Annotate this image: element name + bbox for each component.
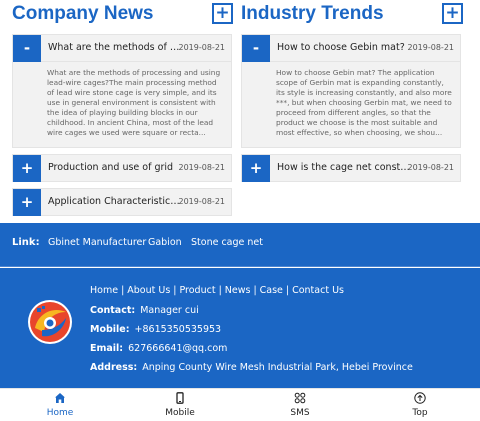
footer-nav-contact[interactable]: Contact Us <box>292 285 344 296</box>
grid-icon <box>294 392 306 404</box>
news-item-header[interactable]: + Production and use of grid 2019-08-21 <box>12 154 232 182</box>
arrow-up-icon <box>414 392 426 404</box>
friend-link[interactable]: Gabion <box>148 237 182 248</box>
news-item-summary: How to choose Gebin mat? The application… <box>241 62 461 148</box>
contact-line: Contact: Manager cui <box>90 305 199 316</box>
bottom-tab-bar: Home Mobile SMS Top <box>0 388 480 421</box>
news-item-title[interactable]: Production and use of grid <box>48 162 184 173</box>
tab-top[interactable]: Top <box>360 389 480 421</box>
more-button[interactable]: + <box>442 3 463 24</box>
news-item-header[interactable]: - What are the methods of proc... 2019-0… <box>12 34 232 62</box>
phone-icon <box>176 392 184 404</box>
section-title: Company News <box>12 3 154 24</box>
news-item-title[interactable]: Application Characteristics of ... <box>48 196 184 207</box>
news-item-title[interactable]: How to choose Gebin mat? <box>277 42 413 53</box>
friend-link[interactable]: Gbinet Manufacturer <box>48 237 146 248</box>
section-header: Industry Trends + <box>241 0 463 34</box>
news-item-date: 2019-08-21 <box>178 163 226 172</box>
tab-label: Home <box>46 408 74 418</box>
nav-separator: | <box>121 285 125 296</box>
contact-label: Contact: <box>90 305 136 316</box>
section-header: Company News + <box>12 0 233 34</box>
link-label: Link: <box>12 237 40 248</box>
footer-nav-case[interactable]: Case <box>260 285 283 296</box>
news-item-header[interactable]: - How to choose Gebin mat? 2019-08-21 <box>241 34 461 62</box>
section-title: Industry Trends <box>241 3 384 24</box>
footer: Home | About Us | Product | News | Case | Contact … <box>0 268 480 388</box>
footer-nav-about[interactable]: About Us <box>127 285 170 296</box>
footer-nav-home[interactable]: Home <box>90 285 118 296</box>
news-item-date: 2019-08-21 <box>407 163 455 172</box>
footer-nav-product[interactable]: Product <box>179 285 215 296</box>
more-button[interactable]: + <box>212 3 233 24</box>
tab-sms[interactable]: SMS <box>240 389 360 421</box>
news-item[interactable]: + Application Characteristics of ... 201… <box>12 188 232 216</box>
collapse-toggle[interactable]: - <box>13 35 41 62</box>
nav-separator: | <box>218 285 222 296</box>
link-bar: Link: Gbinet Manufacturer Gabion Stone c… <box>0 223 480 267</box>
home-icon <box>55 393 65 403</box>
news-item[interactable]: + How is the cage net construct... 2019-… <box>241 154 461 182</box>
news-item-title[interactable]: What are the methods of proc... <box>48 42 184 53</box>
email-label: Email: <box>90 343 124 354</box>
news-item-expanded: - How to choose Gebin mat? 2019-08-21 Ho… <box>241 34 461 148</box>
expand-toggle[interactable]: + <box>13 189 41 216</box>
tab-home[interactable]: Home <box>0 389 120 421</box>
nav-separator: | <box>285 285 290 296</box>
page: Company News + - What are the methods of… <box>0 0 480 421</box>
friend-link[interactable]: Stone cage net <box>191 237 263 248</box>
footer-nav: Home | About Us | Product | News | Case | Contact … <box>90 285 344 296</box>
news-item-date: 2019-08-21 <box>178 43 226 52</box>
news-item-summary: What are the methods of processing and u… <box>12 62 232 148</box>
address-value: Anping County Wire Mesh Industrial Park,… <box>142 362 413 373</box>
tab-label: Mobile <box>165 408 195 418</box>
collapse-toggle[interactable]: - <box>242 35 270 62</box>
industry-trends-section: Industry Trends + - How to choose Gebin … <box>241 0 463 182</box>
expand-toggle[interactable]: + <box>242 155 270 182</box>
tab-label: Top <box>412 408 428 418</box>
mobile-value[interactable]: +8615350535953 <box>135 324 222 335</box>
news-item-title[interactable]: How is the cage net construct... <box>277 162 413 173</box>
tab-label: SMS <box>290 408 310 418</box>
company-logo <box>28 300 72 344</box>
expand-toggle[interactable]: + <box>13 155 41 182</box>
news-item[interactable]: + Production and use of grid 2019-08-21 <box>12 154 232 182</box>
company-news-section: Company News + - What are the methods of… <box>12 0 233 216</box>
email-line: Email: 627666641@qq.com <box>90 343 227 354</box>
nav-separator: | <box>253 285 257 296</box>
tab-mobile[interactable]: Mobile <box>120 389 240 421</box>
address-label: Address: <box>90 362 138 373</box>
email-value[interactable]: 627666641@qq.com <box>128 343 227 354</box>
mobile-line: Mobile: +8615350535953 <box>90 324 221 335</box>
contact-value: Manager cui <box>140 305 199 316</box>
address-line: Address: Anping County Wire Mesh Industri… <box>90 362 413 373</box>
mobile-label: Mobile: <box>90 324 130 335</box>
news-item-header[interactable]: + Application Characteristics of ... 201… <box>12 188 232 216</box>
news-item-header[interactable]: + How is the cage net construct... 2019-… <box>241 154 461 182</box>
news-item-expanded: - What are the methods of proc... 2019-0… <box>12 34 232 148</box>
news-item-date: 2019-08-21 <box>178 197 226 206</box>
footer-nav-news[interactable]: News <box>225 285 251 296</box>
nav-separator: | <box>173 285 177 296</box>
news-item-date: 2019-08-21 <box>407 43 455 52</box>
